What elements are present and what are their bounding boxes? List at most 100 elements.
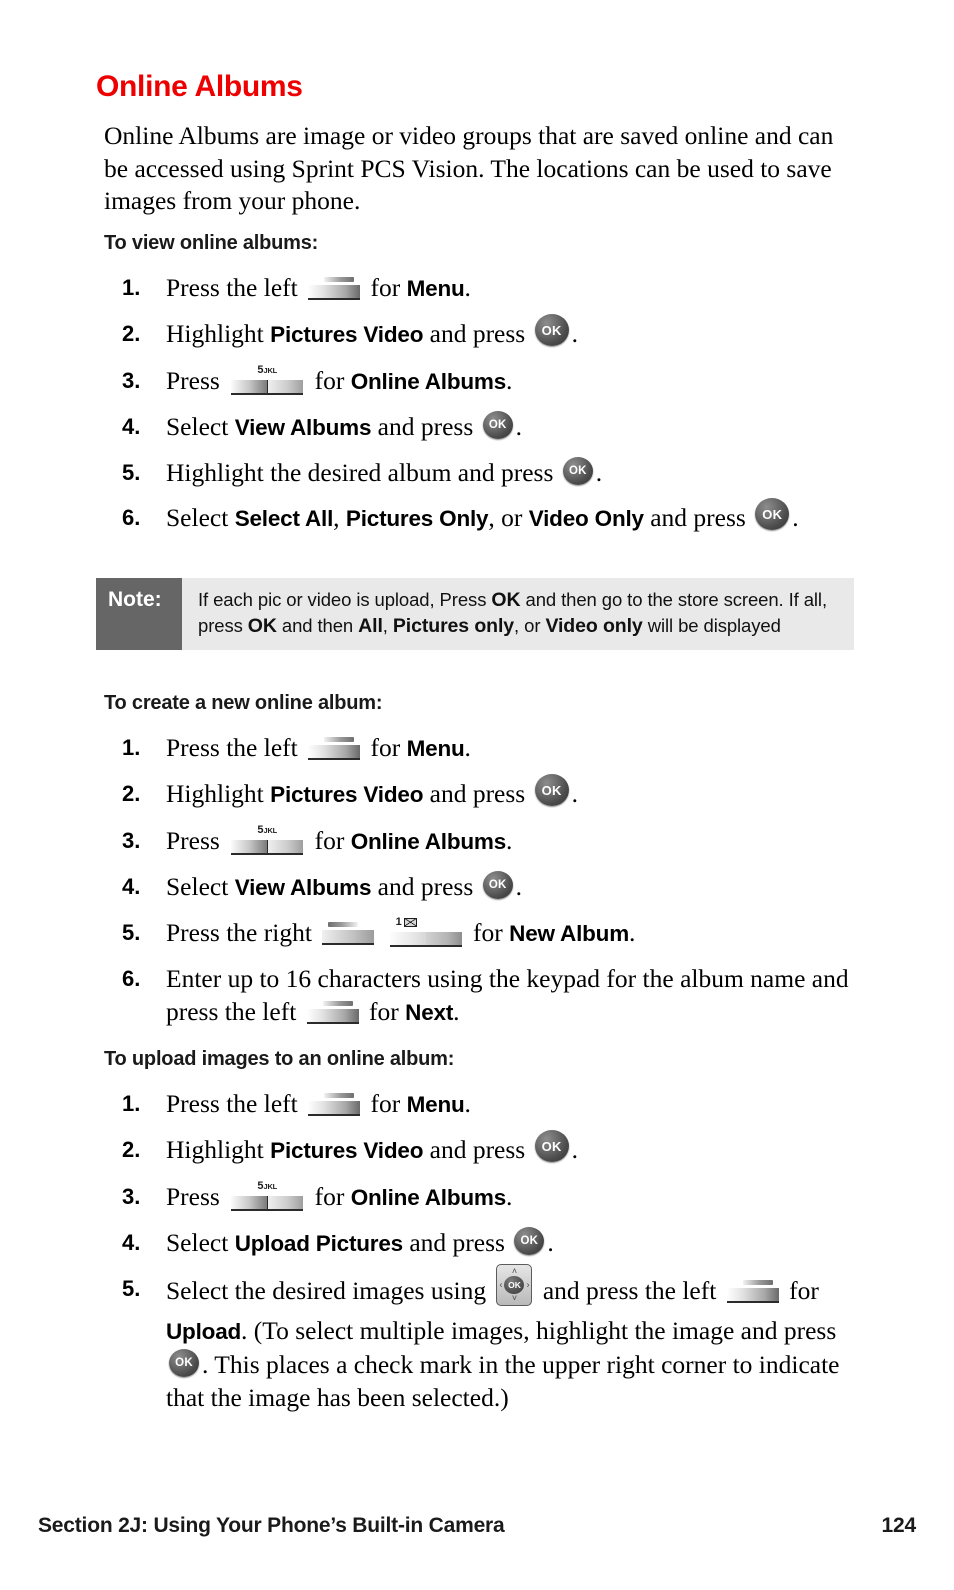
list-item: 1. Press the left for Menu. — [104, 1087, 874, 1121]
step-number: 4. — [122, 414, 141, 440]
footer-section-label: Section 2J: Using Your Phone’s Built-in … — [38, 1514, 505, 1537]
list-item: 5. Highlight the desired album and press… — [104, 456, 874, 489]
list-item: 2. Highlight Pictures Video and press OK… — [104, 774, 874, 812]
step-punct: . — [571, 1135, 578, 1164]
step-text: Press — [166, 1182, 220, 1212]
step-text-2: and press — [429, 779, 526, 808]
softkey-left-icon — [308, 1091, 361, 1117]
step-text: Select — [166, 412, 229, 442]
ok-button-icon: OK — [514, 1227, 545, 1256]
step-number: 2. — [122, 781, 141, 806]
nav-left-arrow-icon: ‹ — [499, 1279, 503, 1290]
section-heading-view: To view online albums: — [104, 232, 319, 254]
section-heading-upload: To upload images to an online album: — [104, 1048, 455, 1070]
ok-button-icon: OK — [755, 498, 790, 531]
list-item: 6. Select Select All, Pictures Only, or … — [104, 498, 874, 536]
step-emphasis-1: Select All — [234, 506, 334, 532]
softkey-right-icon — [322, 920, 375, 946]
softkey-left-icon — [308, 735, 361, 761]
step-number: 5. — [122, 460, 141, 486]
step-text-2: and press — [377, 872, 474, 902]
step-emphasis: Upload Pictures — [234, 1231, 403, 1257]
step-punct: . — [464, 273, 471, 302]
step-number: 1. — [122, 275, 141, 300]
sep-2: , or — [488, 503, 523, 533]
step-punct: . — [464, 1089, 471, 1118]
step-emphasis: Menu — [406, 1092, 465, 1117]
step-number: 4. — [122, 874, 141, 900]
note-label: Note: — [96, 578, 182, 650]
list-item: 4. Select Upload Pictures and press OK. — [104, 1226, 874, 1260]
step-text-2: for — [370, 733, 401, 762]
ok-button-icon: OK — [534, 314, 569, 347]
step-number: 1. — [122, 735, 141, 760]
step-text: Select — [166, 872, 229, 902]
step-text-2: for — [314, 826, 345, 856]
step-emphasis: View Albums — [234, 415, 372, 441]
step-text: Select the desired images using — [166, 1276, 487, 1305]
note-sep-1: , — [382, 615, 388, 636]
step-number: 3. — [122, 828, 141, 854]
step-emphasis: New Album — [509, 921, 630, 947]
list-item: 5. Select the desired images using ˄ ˅ ‹… — [104, 1264, 874, 1414]
step-punct: . — [515, 412, 523, 442]
keypad-5-jkl-icon: 5JKL — [231, 825, 304, 856]
note-line1-a: If each pic or video is upload, Press — [198, 589, 487, 610]
softkey-left-icon — [308, 275, 361, 301]
list-item: 5. Press the right 1 for New Album. — [104, 916, 874, 950]
step-punct: . — [515, 872, 523, 902]
step-text-4: . (To select multiple images, highlight … — [241, 1316, 837, 1346]
footer-page-number: 124 — [881, 1514, 917, 1537]
list-item: 6. Enter up to 16 characters using the k… — [104, 962, 874, 1029]
step-number: 3. — [122, 368, 141, 394]
list-item: 3. Press 5JKL for Online Albums. — [104, 824, 874, 858]
step-punct: . — [506, 826, 513, 856]
step-text: Press the left — [166, 733, 298, 762]
step-emphasis: Menu — [406, 736, 465, 761]
step-text-2: for — [314, 366, 345, 396]
step-text: Select — [166, 503, 229, 533]
step-punct: . — [629, 918, 636, 948]
list-item: 3. Press 5JKL for Online Albums. — [104, 1180, 874, 1214]
step-text: Highlight — [166, 1135, 264, 1164]
step-text: Press — [166, 366, 220, 396]
list-item: 4. Select View Albums and press OK. — [104, 870, 874, 904]
note-line2-pictures-only: Pictures only — [392, 615, 515, 637]
step-punct: . — [595, 458, 603, 488]
steps-list-create: 1. Press the left for Menu. 2. Highlight… — [104, 731, 874, 1029]
step-text-2: for — [369, 997, 399, 1027]
steps-list-upload: 1. Press the left for Menu. 2. Highlight… — [104, 1087, 874, 1414]
manual-page: Online Albums Online Albums are image or… — [0, 0, 954, 1590]
step-text-2: for — [370, 273, 401, 302]
step-text-2: and press — [377, 412, 474, 442]
steps-list-view: 1. Press the left for Menu. 2. Highlight… — [104, 271, 874, 536]
step-text: Select — [166, 1228, 229, 1258]
note-line2-video-only: Video only — [545, 615, 643, 637]
step-text-3: for — [789, 1276, 819, 1305]
navigation-pad-icon: ˄ ˅ ‹ › OK — [496, 1264, 533, 1307]
ok-button-icon: OK — [482, 411, 513, 440]
step-number: 5. — [122, 920, 141, 946]
list-item: 1. Press the left for Menu. — [104, 731, 874, 765]
page-footer: Section 2J: Using Your Phone’s Built-in … — [38, 1514, 916, 1538]
step-text: Enter up to 16 characters using the keyp… — [166, 964, 849, 1027]
step-emphasis: Online Albums — [350, 1185, 507, 1211]
step-text: Press — [166, 826, 220, 856]
step-number: 4. — [122, 1230, 141, 1256]
step-text-2: and press — [429, 319, 526, 348]
sep-1: , — [333, 503, 340, 533]
step-emphasis: View Albums — [234, 875, 372, 901]
step-emphasis: Online Albums — [350, 829, 507, 855]
list-item: 1. Press the left for Menu. — [104, 271, 874, 305]
step-text-2: for — [473, 918, 503, 948]
ok-button-icon: OK — [482, 871, 513, 900]
step-text-2: and press — [650, 503, 746, 533]
ok-button-icon: OK — [534, 1130, 569, 1163]
step-number: 2. — [122, 321, 141, 346]
step-number: 6. — [122, 505, 141, 531]
step-punct: . — [792, 503, 799, 533]
softkey-left-icon — [306, 999, 359, 1025]
list-item: 4. Select View Albums and press OK. — [104, 410, 874, 444]
step-text-2: and press the left — [542, 1276, 717, 1305]
step-emphasis: Pictures Video — [270, 782, 424, 807]
